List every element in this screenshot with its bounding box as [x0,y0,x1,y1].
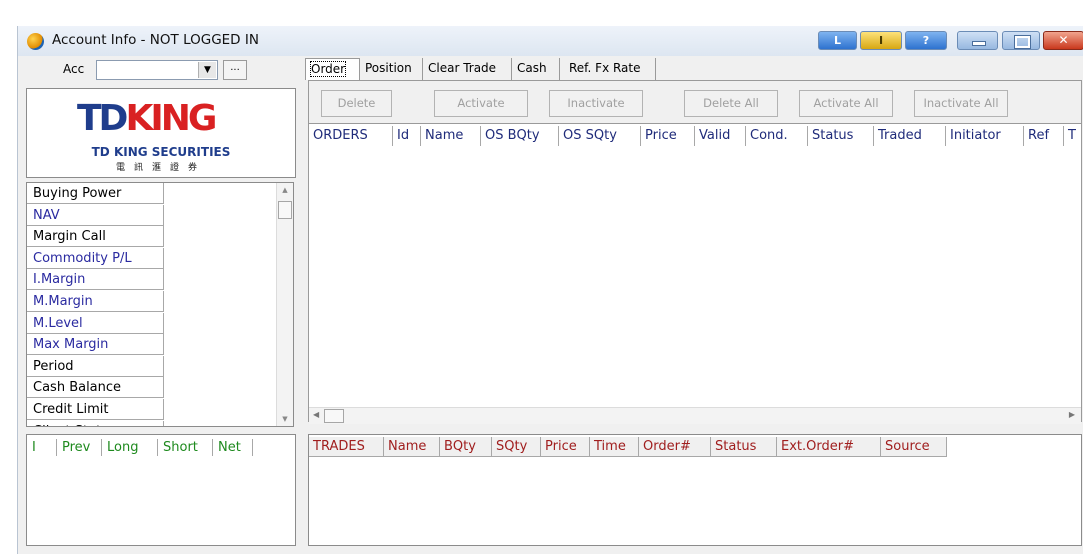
orders-panel: Delete Activate Inactivate Delete All Ac… [308,80,1082,424]
tab-position[interactable]: Position [360,58,423,80]
account-item[interactable]: NAV [27,204,164,226]
trades-panel: TRADES Name BQty SQty Price Time Order# Status E… [308,434,1082,546]
order-column-header[interactable]: Id [393,126,421,146]
trade-column-header[interactable]: BQty [440,437,492,457]
horizontal-scrollbar[interactable]: ◀ ▶ [309,407,1081,424]
scrollbar-thumb[interactable] [278,201,292,219]
position-column-header[interactable]: Prev [57,439,102,456]
account-item[interactable]: Max Margin [27,334,164,356]
order-column-header[interactable]: T [1064,126,1081,146]
vertical-scrollbar[interactable]: ▲ ▼ [276,183,293,426]
account-item[interactable]: Margin Call [27,226,164,248]
order-column-header[interactable]: Valid [695,126,746,146]
chevron-down-icon[interactable]: ▼ [198,62,216,78]
logo-td: TD [77,98,128,139]
order-column-header[interactable]: ORDERS [309,126,393,146]
position-column-header[interactable]: Net [213,439,253,456]
trade-column-header[interactable]: Ext.Order# [777,437,881,457]
order-column-header[interactable]: OS BQty [481,126,559,146]
logo-panel: TDKING TD KING SECURITIES 電訊滙證券 [26,88,296,178]
window-title: Account Info - NOT LOGGED IN [52,32,259,48]
activate-button[interactable]: Activate [434,90,528,117]
account-browse-button[interactable]: ... [223,60,247,80]
account-select[interactable]: ▼ [96,60,218,80]
tab-order[interactable]: Order [305,58,360,80]
account-item[interactable]: Cash Balance [27,377,164,399]
l-button[interactable]: L [818,31,857,50]
inactivate-all-button[interactable]: Inactivate All [914,90,1008,117]
position-column-header[interactable]: I [27,439,57,456]
app-icon [27,33,44,50]
trade-column-header[interactable]: Status [711,437,777,457]
account-item[interactable]: M.Margin [27,291,164,312]
i-button[interactable]: I [860,31,902,50]
order-column-header[interactable]: Traded [874,126,946,146]
acc-label: Acc [63,62,85,76]
help-button[interactable]: ? [905,31,947,50]
scroll-up-icon[interactable]: ▲ [280,186,290,194]
minimize-button[interactable] [957,31,998,50]
account-info-window: Account Info - NOT LOGGED IN L I ? Acc ▼… [17,26,1083,554]
trade-column-header[interactable]: Price [541,437,590,457]
tab-clear-trade[interactable]: Clear Trade [423,58,512,80]
account-item[interactable]: Buying Power [27,183,164,204]
scroll-down-icon[interactable]: ▼ [280,415,290,423]
orders-grid: ORDERS Id Name OS BQty OS SQty Price Valid Cond… [309,123,1081,424]
tab-cash[interactable]: Cash [512,58,560,80]
title-bar[interactable]: Account Info - NOT LOGGED IN L I ? [18,26,1083,56]
trade-column-header[interactable]: Order# [639,437,711,457]
position-column-header[interactable]: Long [102,439,158,456]
position-stats-panel: I Prev Long Short Net [26,434,296,546]
trade-column-header[interactable]: Time [590,437,639,457]
horizontal-scrollbar-thumb[interactable] [324,409,344,423]
logo-king: KING [125,98,217,139]
order-column-header[interactable]: Status [808,126,874,146]
order-column-header[interactable]: OS SQty [559,126,641,146]
tab-ref-fx-rate[interactable]: Ref. Fx Rate [564,58,656,80]
delete-all-button[interactable]: Delete All [684,90,778,117]
inactivate-button[interactable]: Inactivate [549,90,643,117]
td-king-logo: TDKING [77,98,217,139]
trade-column-header[interactable]: TRADES [309,437,384,457]
order-column-header[interactable]: Cond. [746,126,808,146]
order-column-header[interactable]: Price [641,126,695,146]
trade-column-header[interactable]: Source [881,437,947,457]
tab-order-label: Order [309,61,347,77]
account-item[interactable]: M.Level [27,312,164,334]
trade-column-header[interactable]: Name [384,437,440,457]
delete-button[interactable]: Delete [321,90,392,117]
order-column-header[interactable]: Name [421,126,481,146]
account-item[interactable]: I.Margin [27,269,164,291]
trade-column-header[interactable]: SQty [492,437,541,457]
activate-all-button[interactable]: Activate All [799,90,893,117]
account-item[interactable]: Commodity P/L [27,247,164,269]
logo-subtitle: TD KING SECURITIES [91,145,231,159]
close-button[interactable] [1043,31,1083,50]
scroll-left-icon[interactable]: ◀ [313,410,319,419]
order-column-header[interactable]: Ref [1024,126,1064,146]
scroll-right-icon[interactable]: ▶ [1069,410,1075,419]
account-item[interactable]: Period [27,355,164,377]
account-item[interactable]: Client Status [27,420,164,426]
account-item[interactable]: Credit Limit [27,399,164,420]
position-column-header[interactable]: Short [158,439,213,456]
account-items-list: Buying Power NAV Margin Call Commodity P/L I… [26,182,294,427]
logo-chinese: 電訊滙證券 [115,163,206,173]
order-column-header[interactable]: Initiator [946,126,1024,146]
maximize-button[interactable] [1002,31,1040,50]
